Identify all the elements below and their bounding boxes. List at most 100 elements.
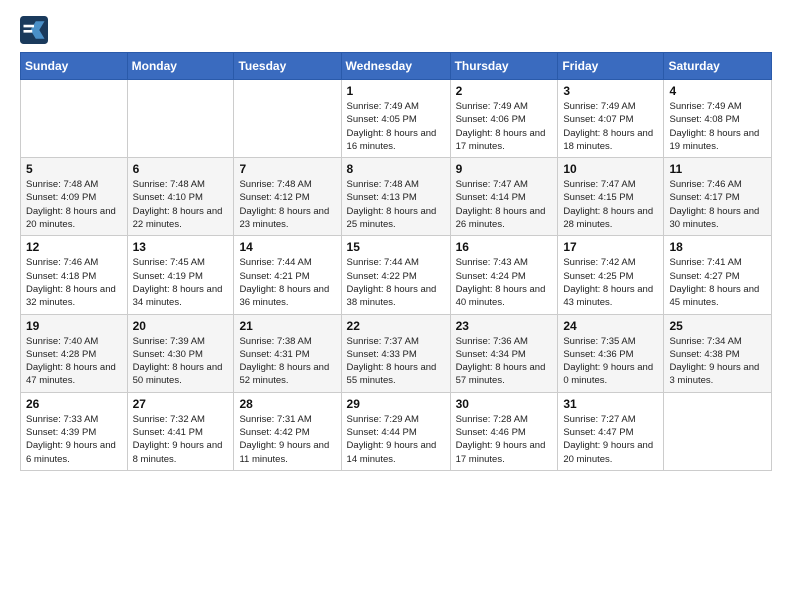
day-number: 31	[563, 397, 658, 411]
day-info: Sunrise: 7:32 AM Sunset: 4:41 PM Dayligh…	[133, 413, 229, 466]
day-info: Sunrise: 7:37 AM Sunset: 4:33 PM Dayligh…	[347, 335, 445, 388]
day-number: 20	[133, 319, 229, 333]
calendar-cell: 12 Sunrise: 7:46 AM Sunset: 4:18 PM Dayli…	[21, 236, 128, 314]
calendar-week-row: 5Sunrise: 7:48 AM Sunset: 4:09 PM Daylig…	[21, 158, 772, 236]
day-number: 8	[347, 162, 445, 176]
day-number: 21	[239, 319, 335, 333]
calendar-cell: 29Sunrise: 7:29 AM Sunset: 4:44 PM Dayli…	[341, 392, 450, 470]
calendar-cell: 28 Sunrise: 7:31 AM Sunset: 4:42 PM Dayli…	[234, 392, 341, 470]
day-number: 26	[26, 397, 122, 411]
day-number: 22	[347, 319, 445, 333]
day-number: 2	[456, 84, 553, 98]
day-info: Sunrise: 7:38 AM Sunset: 4:31 PM Dayligh…	[239, 335, 335, 388]
calendar-week-row: 1 Sunrise: 7:49 AM Sunset: 4:05 PM Daylig…	[21, 80, 772, 158]
calendar-cell: 3 Sunrise: 7:49 AM Sunset: 4:07 PM Daylig…	[558, 80, 664, 158]
weekday-header: Friday	[558, 53, 664, 80]
day-number: 27	[133, 397, 229, 411]
day-info: Sunrise: 7:39 AM Sunset: 4:30 PM Dayligh…	[133, 335, 229, 388]
day-info: Sunrise: 7:48 AM Sunset: 4:13 PM Dayligh…	[347, 178, 445, 231]
day-info: Sunrise: 7:34 AM Sunset: 4:38 PM Dayligh…	[669, 335, 766, 388]
calendar-cell: 23Sunrise: 7:36 AM Sunset: 4:34 PM Dayli…	[450, 314, 558, 392]
calendar-cell: 14 Sunrise: 7:44 AM Sunset: 4:21 PM Dayli…	[234, 236, 341, 314]
day-info: Sunrise: 7:48 AM Sunset: 4:12 PM Dayligh…	[239, 178, 335, 231]
calendar-cell: 19 Sunrise: 7:40 AM Sunset: 4:28 PM Dayli…	[21, 314, 128, 392]
day-info: Sunrise: 7:35 AM Sunset: 4:36 PM Dayligh…	[563, 335, 658, 388]
calendar-cell: 5Sunrise: 7:48 AM Sunset: 4:09 PM Daylig…	[21, 158, 128, 236]
day-number: 28	[239, 397, 335, 411]
day-info: Sunrise: 7:31 AM Sunset: 4:42 PM Dayligh…	[239, 413, 335, 466]
day-info: Sunrise: 7:43 AM Sunset: 4:24 PM Dayligh…	[456, 256, 553, 309]
day-number: 6	[133, 162, 229, 176]
day-number: 1	[347, 84, 445, 98]
calendar-cell: 17 Sunrise: 7:42 AM Sunset: 4:25 PM Dayli…	[558, 236, 664, 314]
day-number: 11	[669, 162, 766, 176]
day-info: Sunrise: 7:46 AM Sunset: 4:17 PM Dayligh…	[669, 178, 766, 231]
calendar-cell: 26 Sunrise: 7:33 AM Sunset: 4:39 PM Dayli…	[21, 392, 128, 470]
calendar-cell: 31 Sunrise: 7:27 AM Sunset: 4:47 PM Dayli…	[558, 392, 664, 470]
day-info: Sunrise: 7:28 AM Sunset: 4:46 PM Dayligh…	[456, 413, 553, 466]
day-info: Sunrise: 7:27 AM Sunset: 4:47 PM Dayligh…	[563, 413, 658, 466]
day-number: 3	[563, 84, 658, 98]
logo-icon	[20, 16, 48, 44]
calendar-cell: 13 Sunrise: 7:45 AM Sunset: 4:19 PM Dayli…	[127, 236, 234, 314]
day-info: Sunrise: 7:45 AM Sunset: 4:19 PM Dayligh…	[133, 256, 229, 309]
day-info: Sunrise: 7:48 AM Sunset: 4:10 PM Dayligh…	[133, 178, 229, 231]
day-info: Sunrise: 7:40 AM Sunset: 4:28 PM Dayligh…	[26, 335, 122, 388]
calendar-cell: 11 Sunrise: 7:46 AM Sunset: 4:17 PM Dayli…	[664, 158, 772, 236]
day-info: Sunrise: 7:49 AM Sunset: 4:07 PM Dayligh…	[563, 100, 658, 153]
calendar-cell: 16 Sunrise: 7:43 AM Sunset: 4:24 PM Dayli…	[450, 236, 558, 314]
day-number: 14	[239, 240, 335, 254]
day-number: 30	[456, 397, 553, 411]
day-number: 16	[456, 240, 553, 254]
calendar-cell: 1 Sunrise: 7:49 AM Sunset: 4:05 PM Daylig…	[341, 80, 450, 158]
day-info: Sunrise: 7:29 AM Sunset: 4:44 PM Dayligh…	[347, 413, 445, 466]
day-info: Sunrise: 7:44 AM Sunset: 4:21 PM Dayligh…	[239, 256, 335, 309]
day-number: 15	[347, 240, 445, 254]
header	[20, 16, 772, 44]
day-number: 12	[26, 240, 122, 254]
calendar-cell: 27 Sunrise: 7:32 AM Sunset: 4:41 PM Dayli…	[127, 392, 234, 470]
day-number: 18	[669, 240, 766, 254]
calendar-cell: 15 Sunrise: 7:44 AM Sunset: 4:22 PM Dayli…	[341, 236, 450, 314]
calendar-cell: 4Sunrise: 7:49 AM Sunset: 4:08 PM Daylig…	[664, 80, 772, 158]
calendar-cell: 9Sunrise: 7:47 AM Sunset: 4:14 PM Daylig…	[450, 158, 558, 236]
calendar-week-row: 19 Sunrise: 7:40 AM Sunset: 4:28 PM Dayli…	[21, 314, 772, 392]
day-number: 19	[26, 319, 122, 333]
calendar-cell: 7 Sunrise: 7:48 AM Sunset: 4:12 PM Daylig…	[234, 158, 341, 236]
day-info: Sunrise: 7:36 AM Sunset: 4:34 PM Dayligh…	[456, 335, 553, 388]
weekday-header: Wednesday	[341, 53, 450, 80]
calendar-cell	[664, 392, 772, 470]
day-info: Sunrise: 7:42 AM Sunset: 4:25 PM Dayligh…	[563, 256, 658, 309]
day-number: 7	[239, 162, 335, 176]
day-number: 25	[669, 319, 766, 333]
day-number: 17	[563, 240, 658, 254]
day-number: 13	[133, 240, 229, 254]
day-info: Sunrise: 7:47 AM Sunset: 4:14 PM Dayligh…	[456, 178, 553, 231]
weekday-header: Monday	[127, 53, 234, 80]
day-info: Sunrise: 7:49 AM Sunset: 4:05 PM Dayligh…	[347, 100, 445, 153]
weekday-header: Sunday	[21, 53, 128, 80]
day-info: Sunrise: 7:48 AM Sunset: 4:09 PM Dayligh…	[26, 178, 122, 231]
calendar-cell: 10 Sunrise: 7:47 AM Sunset: 4:15 PM Dayli…	[558, 158, 664, 236]
calendar-week-row: 26 Sunrise: 7:33 AM Sunset: 4:39 PM Dayli…	[21, 392, 772, 470]
day-info: Sunrise: 7:47 AM Sunset: 4:15 PM Dayligh…	[563, 178, 658, 231]
calendar-cell: 30 Sunrise: 7:28 AM Sunset: 4:46 PM Dayli…	[450, 392, 558, 470]
weekday-header: Tuesday	[234, 53, 341, 80]
calendar-header-row: SundayMondayTuesdayWednesdayThursdayFrid…	[21, 53, 772, 80]
day-number: 10	[563, 162, 658, 176]
calendar-cell: 24Sunrise: 7:35 AM Sunset: 4:36 PM Dayli…	[558, 314, 664, 392]
day-info: Sunrise: 7:33 AM Sunset: 4:39 PM Dayligh…	[26, 413, 122, 466]
calendar-cell: 18 Sunrise: 7:41 AM Sunset: 4:27 PM Dayli…	[664, 236, 772, 314]
calendar-cell: 20 Sunrise: 7:39 AM Sunset: 4:30 PM Dayli…	[127, 314, 234, 392]
day-info: Sunrise: 7:41 AM Sunset: 4:27 PM Dayligh…	[669, 256, 766, 309]
calendar-cell: 2Sunrise: 7:49 AM Sunset: 4:06 PM Daylig…	[450, 80, 558, 158]
calendar-cell: 21 Sunrise: 7:38 AM Sunset: 4:31 PM Dayli…	[234, 314, 341, 392]
weekday-header: Thursday	[450, 53, 558, 80]
day-info: Sunrise: 7:46 AM Sunset: 4:18 PM Dayligh…	[26, 256, 122, 309]
calendar-cell: 25 Sunrise: 7:34 AM Sunset: 4:38 PM Dayli…	[664, 314, 772, 392]
calendar-cell	[234, 80, 341, 158]
calendar-cell	[127, 80, 234, 158]
weekday-header: Saturday	[664, 53, 772, 80]
day-info: Sunrise: 7:49 AM Sunset: 4:08 PM Dayligh…	[669, 100, 766, 153]
day-info: Sunrise: 7:44 AM Sunset: 4:22 PM Dayligh…	[347, 256, 445, 309]
